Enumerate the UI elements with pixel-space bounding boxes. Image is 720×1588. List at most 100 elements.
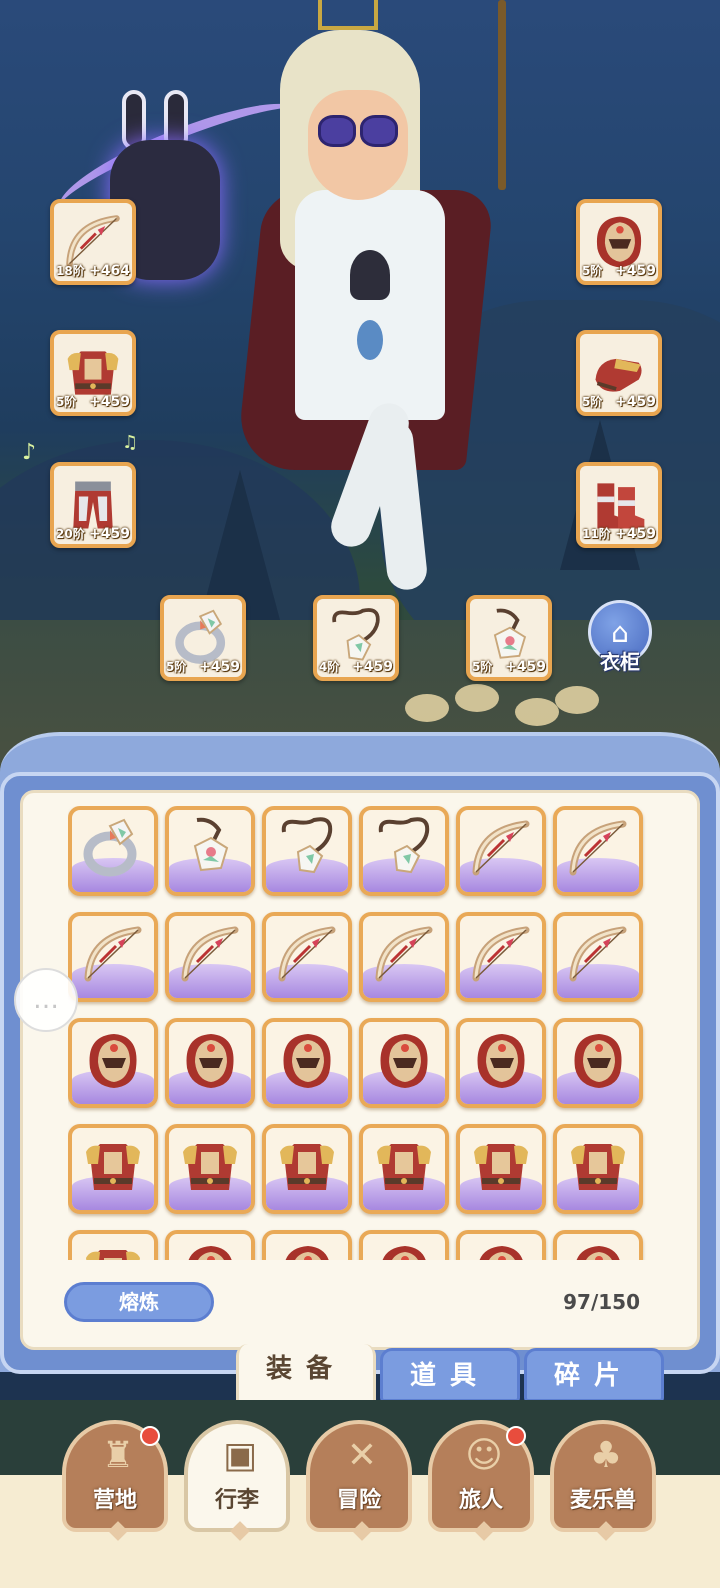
inventory-slot[interactable] — [262, 1018, 352, 1108]
armor-slot[interactable]: 5阶 +459 — [50, 330, 136, 416]
player-character[interactable] — [235, 0, 520, 600]
wardrobe-button[interactable]: ⌂ 衣柜 — [584, 600, 656, 680]
inventory-slot[interactable] — [456, 1018, 546, 1108]
inventory-slot[interactable] — [553, 806, 643, 896]
inventory-slot[interactable] — [553, 1124, 643, 1214]
staff — [498, 0, 506, 190]
slot-tier: 11阶 — [582, 527, 611, 541]
slot-tier: 5阶 — [582, 264, 603, 278]
nav-pet[interactable]: ♣ 麦乐兽 — [550, 1420, 656, 1541]
ring-icon — [80, 816, 146, 882]
bow-icon — [177, 922, 243, 988]
slot-bonus: +459 — [199, 659, 240, 675]
inventory-slot[interactable] — [456, 806, 546, 896]
inventory-slot[interactable] — [359, 1018, 449, 1108]
gloves-slot[interactable]: 5阶 +459 — [576, 330, 662, 416]
slot-tier: 20阶 — [56, 527, 85, 541]
helmet-icon — [371, 1240, 437, 1260]
inventory-slot[interactable] — [553, 1230, 643, 1260]
slot-bonus: +459 — [89, 526, 130, 542]
inventory-capacity: 97/150 — [563, 1290, 640, 1314]
armor-icon — [371, 1134, 437, 1200]
backpack-icon: ▣ — [222, 1435, 257, 1476]
slot-bonus: +459 — [615, 526, 656, 542]
bow-icon — [565, 816, 631, 882]
slot-tier: 5阶 — [582, 395, 603, 409]
helmet-icon — [565, 1028, 631, 1094]
inventory-slot[interactable] — [456, 1124, 546, 1214]
gloves-icon — [588, 342, 650, 394]
armor-icon — [80, 1240, 146, 1260]
armor-icon — [274, 1134, 340, 1200]
inventory-slot[interactable] — [68, 1230, 158, 1260]
bow-icon — [565, 922, 631, 988]
amulet-slot[interactable]: 5阶 +459 — [466, 595, 552, 681]
inventory-slot[interactable] — [456, 1230, 546, 1260]
tab-fragments[interactable]: 碎片 — [524, 1348, 664, 1402]
armor-icon — [62, 342, 124, 395]
helmet-icon — [588, 211, 650, 268]
bow-icon — [62, 211, 124, 267]
necklace-icon — [371, 816, 437, 882]
inventory-slot[interactable] — [165, 1124, 255, 1214]
inventory-slot[interactable] — [165, 912, 255, 1002]
nav-camp[interactable]: ♜ 营地 — [62, 1420, 168, 1541]
inventory-slot[interactable] — [262, 1230, 352, 1260]
slot-tier: 18阶 — [56, 264, 85, 278]
tab-equipment[interactable]: 装备 — [236, 1344, 376, 1404]
armor-icon — [80, 1134, 146, 1200]
inventory-slot[interactable] — [262, 806, 352, 896]
inventory-slot[interactable] — [68, 912, 158, 1002]
bow-slot[interactable]: 18阶 +464 — [50, 199, 136, 285]
inventory-slot[interactable] — [165, 1018, 255, 1108]
inventory-slot[interactable] — [553, 1018, 643, 1108]
pants-icon — [62, 474, 124, 529]
ring-slot[interactable]: 5阶 +459 — [160, 595, 246, 681]
inventory-slot[interactable] — [262, 1124, 352, 1214]
helmet-icon — [565, 1240, 631, 1260]
cat-icon: ♣ — [589, 1435, 623, 1476]
ring-icon — [172, 607, 234, 664]
nav-camp-label: 营地 — [92, 1488, 137, 1513]
inventory-slot[interactable] — [262, 912, 352, 1002]
rabbit-decoration — [405, 680, 599, 740]
necklace-slot[interactable]: 4阶 +459 — [313, 595, 399, 681]
smelt-button[interactable]: 熔炼 — [64, 1282, 214, 1322]
inventory-grid[interactable] — [68, 806, 648, 1260]
inventory-slot[interactable] — [165, 806, 255, 896]
slot-tier: 5阶 — [56, 395, 77, 409]
inventory-slot[interactable] — [68, 1018, 158, 1108]
nav-luggage[interactable]: ▣ 行李 — [184, 1420, 290, 1541]
inventory-slot[interactable] — [165, 1230, 255, 1260]
bow-icon — [371, 922, 437, 988]
inventory-slot[interactable] — [456, 912, 546, 1002]
tab-items[interactable]: 道具 — [380, 1348, 520, 1402]
helmet-icon — [468, 1028, 534, 1094]
traveler-icon: ☺ — [465, 1435, 503, 1476]
nav-traveler[interactable]: ☺ 旅人 — [428, 1420, 534, 1541]
inventory-slot[interactable] — [553, 912, 643, 1002]
slot-bonus: +464 — [89, 263, 130, 279]
inventory-slot[interactable] — [359, 1230, 449, 1260]
helmet-icon — [371, 1028, 437, 1094]
chat-icon[interactable]: … — [14, 968, 78, 1032]
wardrobe-label: 衣柜 — [600, 650, 640, 674]
helmet-icon — [274, 1240, 340, 1260]
pants-slot[interactable]: 20阶 +459 — [50, 462, 136, 548]
inventory-slot[interactable] — [359, 1124, 449, 1214]
crown — [318, 0, 378, 30]
helmet-icon — [80, 1028, 146, 1094]
slot-bonus: +459 — [615, 394, 656, 410]
nav-adventure[interactable]: ✕ 冒险 — [306, 1420, 412, 1541]
notification-badge — [506, 1426, 526, 1446]
bow-icon — [274, 922, 340, 988]
music-note-icon: ♪ — [22, 440, 37, 465]
inventory-slot[interactable] — [359, 806, 449, 896]
boots-slot[interactable]: 11阶 +459 — [576, 462, 662, 548]
nav-luggage-label: 行李 — [214, 1488, 259, 1513]
slot-tier: 4阶 — [319, 660, 340, 674]
inventory-slot[interactable] — [68, 806, 158, 896]
helmet-slot[interactable]: 5阶 +459 — [576, 199, 662, 285]
inventory-slot[interactable] — [359, 912, 449, 1002]
inventory-slot[interactable] — [68, 1124, 158, 1214]
